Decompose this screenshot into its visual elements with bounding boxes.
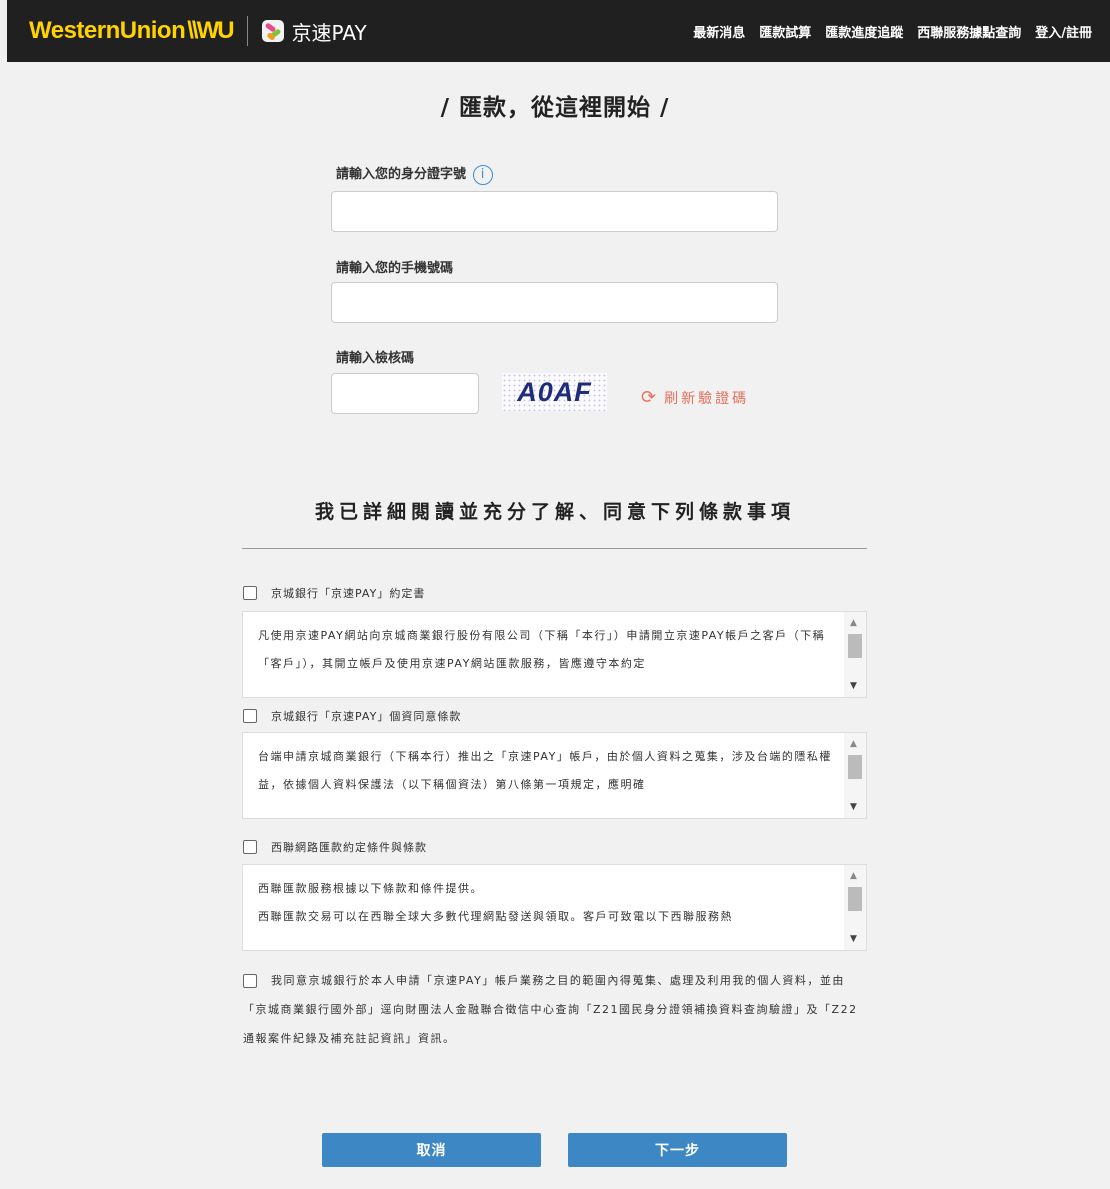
term-privacy-label: 京城銀行「京速PAY」個資同意條款 [271,710,462,723]
id-number-label: 請輸入您的身分證字號 i [336,163,493,185]
term-privacy-checkbox[interactable] [243,709,257,723]
nav-service-locations[interactable]: 西聯服務據點查詢 [917,22,1021,41]
cancel-button[interactable]: 取消 [322,1133,541,1167]
term-wu-text-line: 西聯匯款服務根據以下條款和條件提供。 [258,882,483,895]
refresh-captcha-label: 刷新驗證碼 [664,390,750,407]
term-agreement-scrollbar[interactable]: ▲ ▼ [844,612,866,697]
wu-mark: \\WU [187,17,234,44]
scroll-down-arrow-icon[interactable]: ▼ [850,681,857,691]
scroll-up-arrow-icon[interactable]: ▲ [850,739,857,749]
nav-remittance-calculator[interactable]: 匯款試算 [759,22,811,41]
term-agreement-textbox[interactable]: 凡使用京速PAY網站向京城商業銀行股份有限公司（下稱「本行」）申請開立京速PAY… [242,611,867,698]
next-step-button[interactable]: 下一步 [568,1133,787,1167]
terms-divider [242,548,867,549]
id-number-input[interactable] [331,191,778,232]
scroll-down-arrow-icon[interactable]: ▼ [850,802,857,812]
jk-pay-wordmark: 京速PAY [291,20,367,45]
term-agreement-label: 京城銀行「京速PAY」約定書 [271,587,426,600]
main-nav: 最新消息 匯款試算 匯款進度追蹤 西聯服務據點查詢 登入/註冊 [693,22,1092,41]
term-wu-scrollbar[interactable]: ▲ ▼ [844,865,866,950]
term-wu-textbox[interactable]: 西聯匯款服務根據以下條款和條件提供。 西聯匯款交易可以在西聯全球大多數代理網點發… [242,864,867,951]
scroll-thumb[interactable] [848,755,862,779]
id-number-label-text: 請輸入您的身分證字號 [336,167,467,182]
nav-login-register[interactable]: 登入/註冊 [1035,22,1092,41]
top-navbar: WesternUnion \\WU 京速PAY 最新消息 匯款試算 匯款進度追蹤… [7,0,1110,62]
western-union-wordmark: WesternUnion [29,17,186,44]
scroll-up-arrow-icon[interactable]: ▲ [850,871,857,881]
nav-latest-news[interactable]: 最新消息 [693,22,745,41]
scroll-down-arrow-icon[interactable]: ▼ [850,934,857,944]
nav-remittance-tracking[interactable]: 匯款進度追蹤 [825,22,903,41]
jk-pay-logo-icon [261,20,284,42]
term-wu-label: 西聯網路匯款約定條件與條款 [271,841,427,854]
captcha-input[interactable] [331,373,479,414]
data-consent: 我同意京城銀行於本人申請「京速PAY」帳戶業務之目的範圍內得蒐集、處理及利用我的… [243,966,868,1053]
captcha-label: 請輸入檢核碼 [336,351,415,366]
brand-divider [246,16,248,46]
data-consent-checkbox[interactable] [243,974,257,988]
term-wu-text: 西聯匯款服務根據以下條款和條件提供。 西聯匯款交易可以在西聯全球大多數代理網點發… [258,875,840,931]
term-wu-text-line: 西聯匯款交易可以在西聯全球大多數代理網點發送與領取。客戶可致電以下西聯服務熱 [258,910,733,923]
scroll-up-arrow-icon[interactable]: ▲ [850,618,857,628]
western-union-logo[interactable]: WesternUnion \\WU [29,17,235,45]
refresh-captcha-button[interactable]: ⟳ 刷新驗證碼 [641,387,749,408]
info-icon[interactable]: i [472,164,493,185]
phone-input[interactable] [331,282,778,323]
page-title: / 匯款，從這裡開始 / [440,95,670,121]
refresh-icon: ⟳ [641,387,657,408]
scroll-thumb[interactable] [848,887,862,911]
term-privacy-row: 京城銀行「京速PAY」個資同意條款 [243,708,461,724]
term-privacy-text: 台端申請京城商業銀行（下稱本行）推出之「京速PAY」帳戶，由於個人資料之蒐集，涉… [258,750,832,791]
captcha-image: A0AF [502,373,607,411]
term-agreement-row: 京城銀行「京速PAY」約定書 [243,585,425,601]
jk-pay-logo[interactable]: 京速PAY [261,17,367,46]
data-consent-text: 我同意京城銀行於本人申請「京速PAY」帳戶業務之目的範圍內得蒐集、處理及利用我的… [243,974,858,1045]
term-wu-row: 西聯網路匯款約定條件與條款 [243,839,427,855]
term-privacy-textbox[interactable]: 台端申請京城商業銀行（下稱本行）推出之「京速PAY」帳戶，由於個人資料之蒐集，涉… [242,732,867,819]
term-wu-checkbox[interactable] [243,840,257,854]
phone-label: 請輸入您的手機號碼 [336,261,454,276]
term-privacy-scrollbar[interactable]: ▲ ▼ [844,733,866,818]
term-agreement-checkbox[interactable] [243,586,257,600]
scroll-thumb[interactable] [848,634,862,658]
term-agreement-text: 凡使用京速PAY網站向京城商業銀行股份有限公司（下稱「本行」）申請開立京速PAY… [258,629,826,670]
terms-heading: 我已詳細閱讀並充分了解、同意下列條款事項 [314,501,795,523]
